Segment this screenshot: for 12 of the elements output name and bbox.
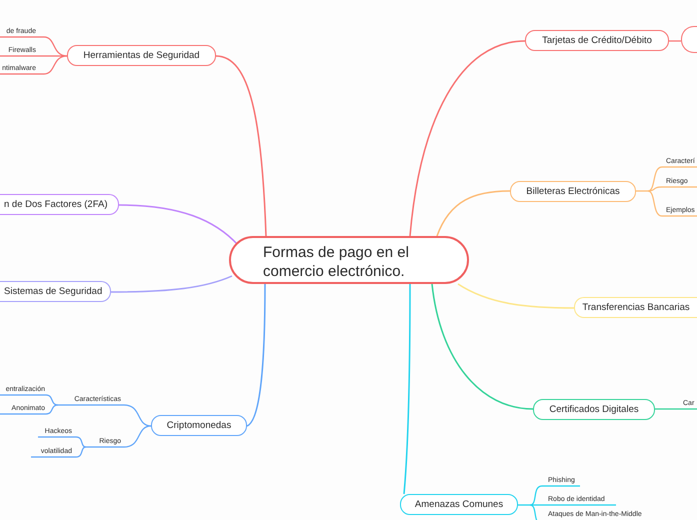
- topic-node[interactable]: Certificados Digitales: [533, 399, 655, 420]
- topic-node[interactable]: Herramientas de Seguridad: [67, 45, 216, 66]
- topic-node[interactable]: Tarjetas de Crédito/Débito: [525, 30, 669, 51]
- topic-node[interactable]: Transferencias Bancarias: [574, 297, 697, 318]
- central-topic[interactable]: Formas de pago en el comercio electrónico.: [229, 236, 469, 284]
- topic-node[interactable]: Sistemas de Seguridad: [0, 281, 111, 302]
- connector-line: [669, 40, 681, 42]
- connector-line: [655, 408, 697, 410]
- topic-node[interactable]: Criptomonedas: [151, 415, 247, 436]
- topic-node[interactable]: Billeteras Electrónicas: [510, 181, 636, 202]
- topic-node[interactable]: Amenazas Comunes: [400, 494, 518, 515]
- topic-node[interactable]: n de Dos Factores (2FA): [0, 194, 119, 215]
